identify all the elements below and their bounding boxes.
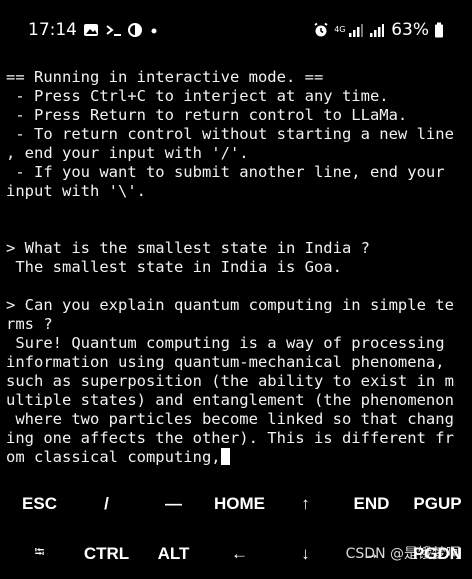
terminal-line: input with '\'. (6, 182, 146, 200)
text-cursor (220, 448, 230, 465)
right-arrow-key[interactable]: → (338, 529, 405, 579)
terminal-line: om classical computing, (6, 448, 468, 467)
status-time: 17:14 (28, 20, 77, 40)
terminal-line: ing one affects the other). This is diff… (6, 429, 454, 447)
extra-keys-row-1: ESC / — HOME ↑ END PGUP (0, 479, 472, 529)
home-key[interactable]: HOME (206, 479, 273, 529)
down-arrow-key[interactable]: ↓ (272, 529, 339, 579)
status-bar: 17:14 4G 63% (0, 0, 472, 58)
terminal-line: rms ? (6, 315, 53, 333)
terminal-line: ultiple states) and entanglement (the ph… (6, 391, 454, 409)
dash-key[interactable]: — (140, 479, 207, 529)
battery-icon (434, 22, 450, 38)
tab-key[interactable]: ⭾ (6, 529, 73, 579)
terminal-line: Sure! Quantum computing is a way of proc… (6, 334, 445, 352)
alarm-icon (313, 22, 329, 38)
terminal-line: > Can you explain quantum computing in s… (6, 296, 454, 314)
terminal-line: - To return control without starting a n… (6, 125, 454, 143)
terminal-line: - Press Return to return control to LLaM… (6, 106, 408, 124)
status-right: 4G 63% (313, 20, 450, 40)
terminal-line: == Running in interactive mode. == (6, 68, 324, 86)
ctrl-key[interactable]: CTRL (73, 529, 140, 579)
terminal-line: The smallest state in India is Goa. (6, 258, 342, 276)
terminal-line: - If you want to submit another line, en… (6, 163, 445, 181)
pgdn-key[interactable]: PGDN (404, 529, 471, 579)
dot-icon (149, 22, 165, 38)
signal-icon (349, 22, 365, 38)
image-icon (83, 22, 99, 38)
terminal-line: where two particles become linked so tha… (6, 410, 454, 428)
terminal-line: - Press Ctrl+C to interject at any time. (6, 87, 389, 105)
half-moon-icon (127, 22, 143, 38)
terminal-line: > What is the smallest state in India ? (6, 239, 370, 257)
slash-key[interactable]: / (73, 479, 140, 529)
terminal-line: , end your input with '/'. (6, 144, 249, 162)
up-arrow-key[interactable]: ↑ (272, 479, 339, 529)
battery-percent: 63% (391, 20, 429, 40)
esc-key[interactable]: ESC (6, 479, 73, 529)
pgup-key[interactable]: PGUP (404, 479, 471, 529)
terminal-line: such as superposition (the ability to ex… (6, 372, 454, 390)
terminal-output[interactable]: == Running in interactive mode. == - Pre… (6, 68, 468, 468)
left-arrow-key[interactable]: ← (206, 529, 273, 579)
terminal-line: information using quantum-mechanical phe… (6, 353, 445, 371)
end-key[interactable]: END (338, 479, 405, 529)
signal-icon (370, 22, 386, 38)
alt-key[interactable]: ALT (140, 529, 207, 579)
terminal-prompt-icon (105, 22, 121, 38)
extra-keys-bar: ESC / — HOME ↑ END PGUP ⭾ CTRL ALT ← ↓ →… (0, 475, 472, 575)
extra-keys-row-2: ⭾ CTRL ALT ← ↓ → PGDN (0, 529, 472, 579)
status-left: 17:14 (28, 20, 165, 40)
network-type-label: 4G (334, 25, 346, 34)
